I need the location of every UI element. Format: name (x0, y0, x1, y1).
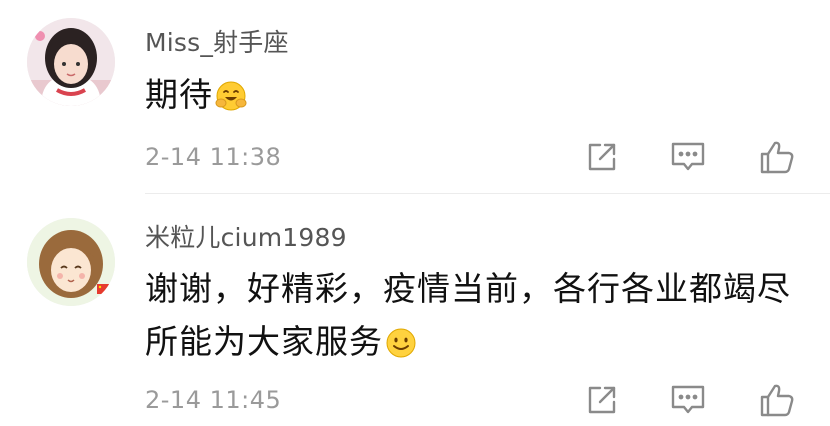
reply-button[interactable] (668, 380, 708, 420)
divider (145, 193, 830, 194)
avatar[interactable] (27, 18, 115, 106)
reply-button[interactable] (668, 137, 708, 177)
comment-text: 谢谢，好精彩，疫情当前，各行各业都竭尽所能为大家服务 (145, 262, 815, 368)
thumbs-up-icon (760, 141, 794, 174)
share-button[interactable] (582, 380, 622, 420)
comment-icon (671, 385, 705, 414)
timestamp: 2-14 11:38 (145, 143, 282, 171)
like-button[interactable] (757, 380, 797, 420)
username[interactable]: Miss_射手座 (145, 23, 289, 59)
share-button[interactable] (582, 137, 622, 177)
smiling-face-with-hands-emoji (215, 81, 247, 111)
thumbs-up-icon (760, 384, 794, 417)
like-button[interactable] (757, 137, 797, 177)
share-icon (588, 143, 616, 171)
comment-icon (671, 142, 705, 171)
avatar[interactable] (27, 218, 115, 306)
comment-text: 期待 (145, 68, 815, 121)
comment-item: Miss_射手座 期待 2-14 11:38 (0, 0, 830, 193)
username[interactable]: 米粒儿cium1989 (145, 218, 347, 254)
comment-text-content: 期待 (145, 75, 213, 114)
timestamp: 2-14 11:45 (145, 386, 282, 414)
comment-item: 米粒儿cium1989 谢谢，好精彩，疫情当前，各行各业都竭尽所能为大家服务 2… (0, 195, 830, 426)
comment-text-content: 谢谢，好精彩，疫情当前，各行各业都竭尽所能为大家服务 (145, 269, 791, 361)
share-icon (588, 386, 616, 414)
smiling-face-emoji (386, 328, 416, 358)
